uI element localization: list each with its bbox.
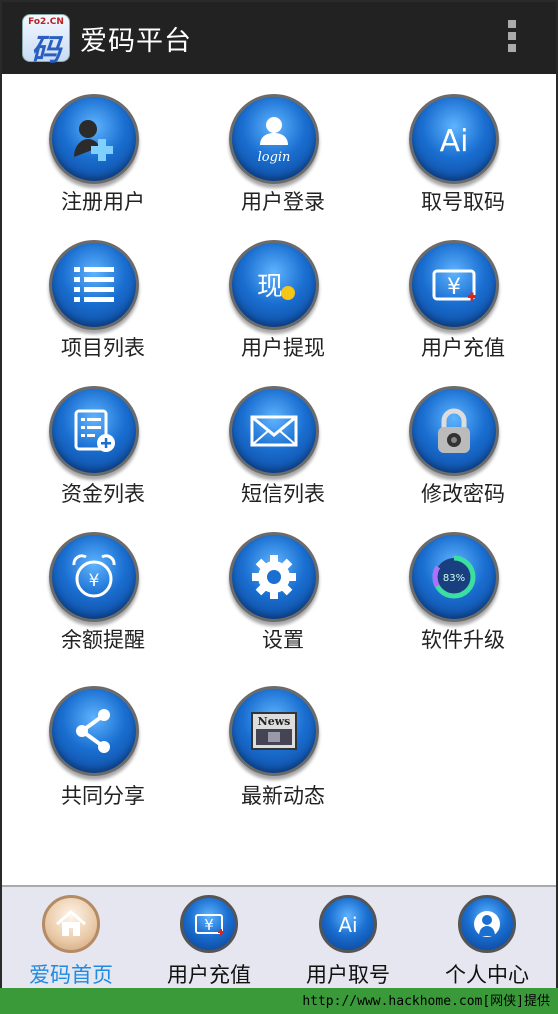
menu-item-login[interactable]: login 用户登录	[188, 78, 358, 218]
upgrade-progress-text: 83%	[443, 573, 465, 584]
login-icon: login	[229, 94, 319, 184]
home-icon	[42, 895, 100, 953]
news-icon: News	[229, 686, 319, 776]
tab-user-center[interactable]: 个人中心	[418, 887, 556, 988]
menu-item-sms-list[interactable]: 短信列表	[188, 370, 358, 510]
menu-item-withdraw[interactable]: 现 用户提现	[188, 224, 358, 364]
fund-list-icon	[49, 386, 139, 476]
title-bar: Fo2.CN 码 爱码平台	[2, 2, 556, 74]
menu-item-label: 共同分享	[61, 784, 145, 808]
tab-label: 用户取号	[306, 963, 390, 987]
menu-item-label: 用户提现	[241, 336, 325, 360]
tab-ai-icon-text: Ai	[338, 913, 357, 937]
upgrade-progress-icon: 83%	[409, 532, 499, 622]
menu-item-label: 用户充值	[421, 336, 505, 360]
recharge-icon: ¥	[409, 240, 499, 330]
menu-item-label: 短信列表	[241, 482, 325, 506]
menu-item-software-upgrade[interactable]: 83% 软件升级	[368, 516, 538, 656]
menu-item-label: 余额提醒	[61, 628, 145, 652]
menu-item-label: 软件升级	[421, 628, 505, 652]
alarm-clock-icon: ¥	[49, 532, 139, 622]
user-center-icon	[458, 895, 516, 953]
menu-item-label: 最新动态	[241, 784, 325, 808]
recharge-icon-text: ¥	[447, 275, 461, 300]
menu-item-fund-list[interactable]: 资金列表	[8, 370, 178, 510]
menu-item-recharge[interactable]: ¥ 用户充值	[368, 224, 538, 364]
tab-get-number[interactable]: Ai 用户取号	[279, 887, 417, 988]
menu-item-register[interactable]: 注册用户	[8, 78, 178, 218]
login-icon-text: login	[258, 150, 291, 165]
tab-home[interactable]: 爱码首页	[2, 887, 140, 988]
list-icon	[49, 240, 139, 330]
menu-item-project-list[interactable]: 项目列表	[8, 224, 178, 364]
alarm-icon-text: ¥	[89, 571, 100, 591]
tab-label: 用户充值	[167, 963, 251, 987]
menu-item-get-number[interactable]: Ai 取号取码	[368, 78, 538, 218]
menu-item-settings[interactable]: 设置	[188, 516, 358, 656]
menu-item-label: 资金列表	[61, 482, 145, 506]
gear-icon	[229, 532, 319, 622]
tab-recharge-icon-text: ¥	[204, 916, 214, 934]
menu-item-label: 用户登录	[241, 190, 325, 214]
tab-label: 个人中心	[445, 963, 529, 987]
lock-icon	[409, 386, 499, 476]
news-icon-text: News	[258, 715, 291, 728]
ai-icon: Ai	[409, 94, 499, 184]
menu-item-change-password[interactable]: 修改密码	[368, 370, 538, 510]
menu-item-news[interactable]: News 最新动态	[188, 670, 358, 810]
menu-item-label: 项目列表	[61, 336, 145, 360]
app-title: 爱码平台	[80, 25, 192, 57]
share-icon	[49, 686, 139, 776]
envelope-icon	[229, 386, 319, 476]
ai-icon: Ai	[319, 895, 377, 953]
tab-recharge[interactable]: ¥ 用户充值	[140, 887, 278, 988]
withdraw-icon-text: 现	[257, 272, 283, 302]
app-logo: Fo2.CN 码	[22, 14, 70, 68]
tab-label: 爱码首页	[29, 963, 113, 987]
main-grid: 注册用户 login 用户登录 Ai 取号取码 项目列表 现 用户提现 ¥ 用户…	[2, 74, 556, 886]
bottom-tab-bar: 爱码首页 ¥ 用户充值 Ai 用户取号 个人中心	[2, 887, 556, 988]
ai-icon-text: Ai	[440, 124, 469, 159]
recharge-icon: ¥	[180, 895, 238, 953]
menu-item-label: 注册用户	[61, 190, 145, 214]
withdraw-icon: 现	[229, 240, 319, 330]
menu-item-share[interactable]: 共同分享	[8, 670, 178, 810]
overflow-menu-icon[interactable]	[508, 20, 518, 56]
watermark-text: http://www.hackhome.com[网侠]提供	[302, 994, 550, 1009]
menu-item-label: 设置	[262, 628, 304, 652]
menu-item-label: 修改密码	[421, 482, 505, 506]
add-user-icon	[49, 94, 139, 184]
logo-big-text: 码	[31, 33, 61, 68]
menu-item-balance-alert[interactable]: ¥ 余额提醒	[8, 516, 178, 656]
menu-item-label: 取号取码	[421, 190, 505, 214]
